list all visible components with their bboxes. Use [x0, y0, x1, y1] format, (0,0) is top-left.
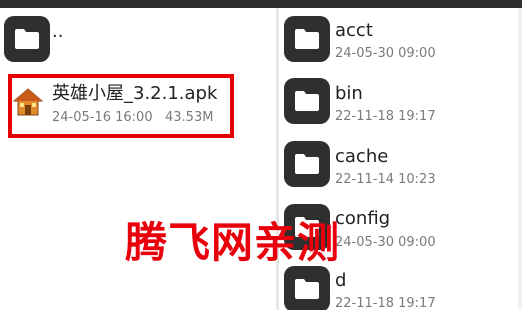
folder-icon: [284, 78, 330, 124]
parent-dir-label: ..: [52, 21, 64, 42]
folder-icon: [284, 141, 330, 187]
folder-name: config: [335, 208, 391, 229]
folder-date: 22-11-18 19:17: [335, 296, 436, 310]
folder-name: acct: [335, 20, 373, 41]
scrollbar[interactable]: [518, 8, 522, 310]
status-bar: [0, 0, 522, 8]
folder-date: 22-11-14 10:23: [335, 172, 436, 187]
folder-icon: [284, 266, 330, 310]
watermark-text: 腾飞网亲测: [125, 218, 341, 267]
folder-name: cache: [335, 146, 389, 167]
folder-date: 22-11-18 19:17: [335, 109, 436, 124]
folder-name: bin: [335, 83, 363, 104]
apk-file-size: 43.53M: [165, 110, 214, 125]
folder-date: 24-05-30 09:00: [335, 46, 436, 61]
folder-date: 24-05-30 09:00: [335, 235, 436, 250]
apk-file-name: 英雄小屋_3.2.1.apk: [52, 83, 218, 104]
apk-file-date: 24-05-16 16:00: [52, 110, 153, 125]
folder-icon: [284, 16, 330, 62]
folder-icon: [4, 16, 50, 62]
folder-name: d: [335, 270, 347, 291]
apk-house-icon: [12, 88, 44, 116]
file-manager-screen: .. 英雄小屋_3.2.1.apk 24-05-16 16:00 43.53M …: [0, 0, 522, 310]
